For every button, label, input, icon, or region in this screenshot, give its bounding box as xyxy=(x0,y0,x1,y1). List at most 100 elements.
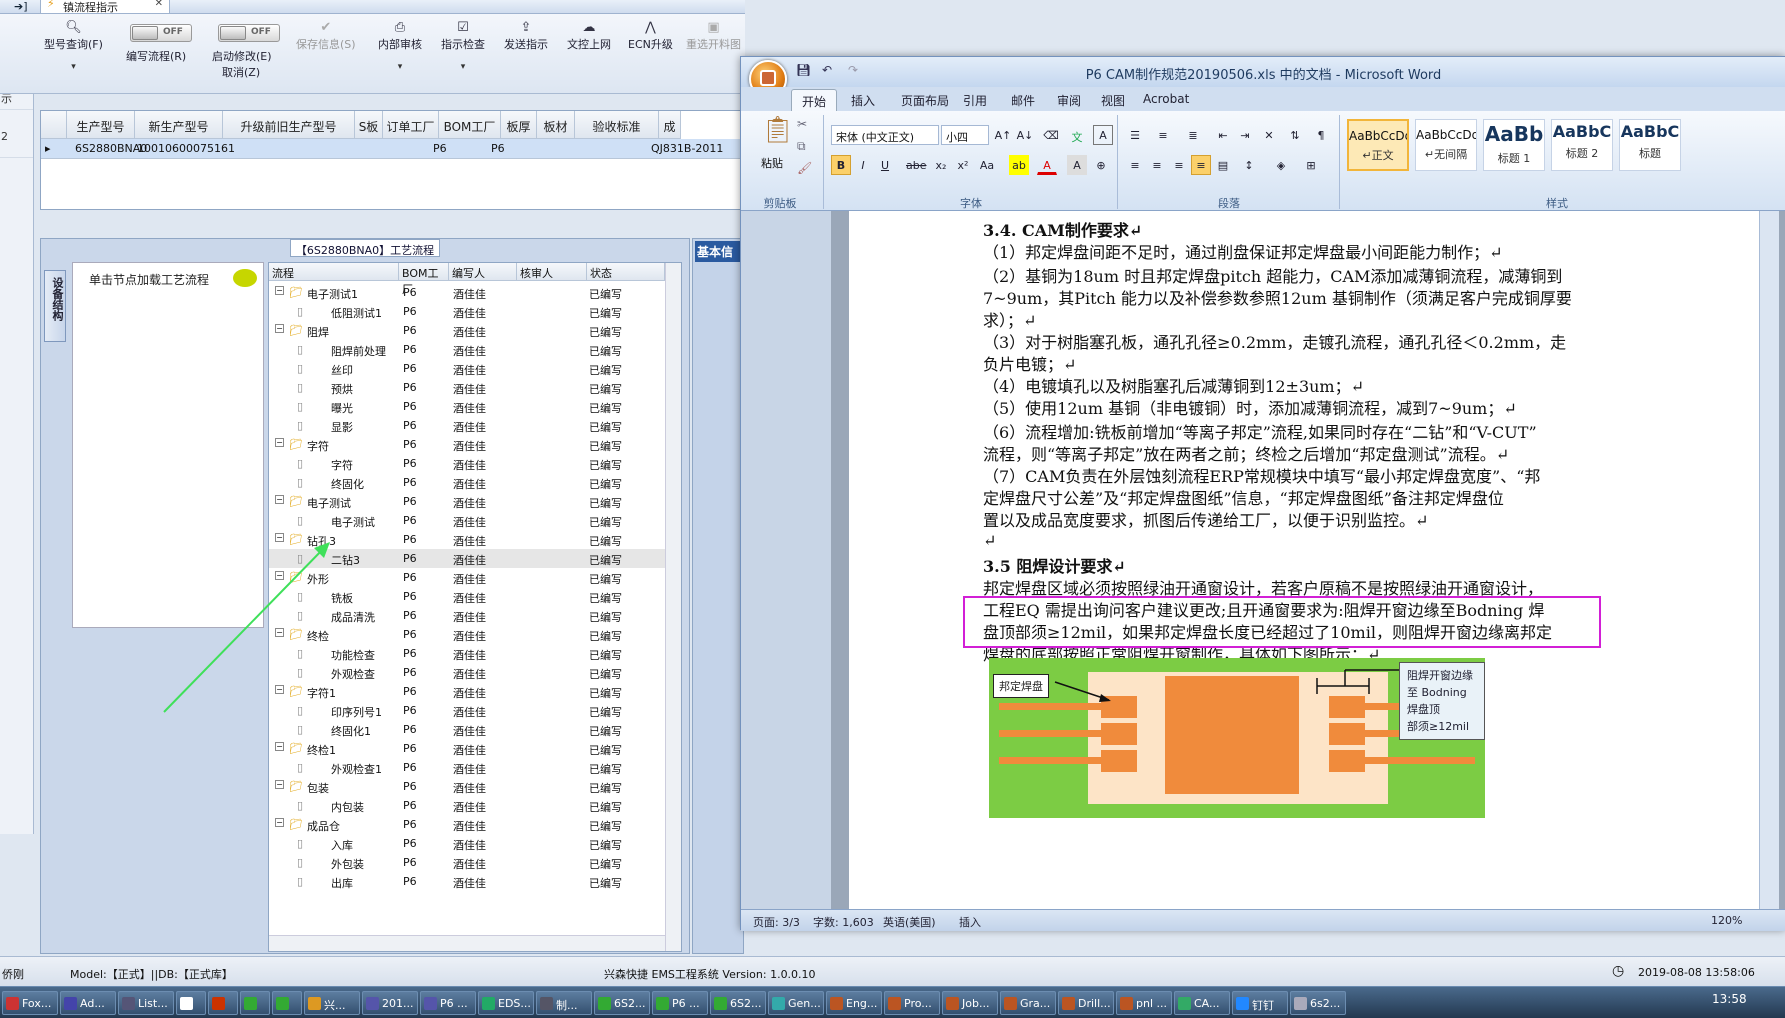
tree-row[interactable]: ▯ 低阻测试1 P6 酒佳佳 已编写 xyxy=(269,302,665,321)
tree-header[interactable]: 核审人 xyxy=(517,263,587,281)
align-right-icon[interactable]: ≡ xyxy=(1169,155,1189,175)
tree-row[interactable]: ▯ 出库 P6 酒佳佳 已编写 xyxy=(269,872,665,891)
tree-row[interactable]: − 📁︎ 电子测试1 P6 酒佳佳 已编写 xyxy=(269,283,665,302)
taskbar-item[interactable]: pnl ... xyxy=(1116,991,1172,1015)
subscript-button[interactable]: x₂ xyxy=(931,155,951,175)
grid-header[interactable]: 验收标准 xyxy=(575,111,659,139)
tree-row[interactable]: ▯ 外包装 P6 酒佳佳 已编写 xyxy=(269,853,665,872)
grid-header[interactable]: 订单工厂 xyxy=(383,111,439,139)
taskbar-item[interactable]: Pro... xyxy=(884,991,940,1015)
tree-row[interactable]: − 📁︎ 电子测试 P6 酒佳佳 已编写 xyxy=(269,492,665,511)
internal-review-button[interactable]: ⎙ 内部审核 ▾ xyxy=(378,20,422,72)
tree-row[interactable]: ▯ 显影 P6 酒佳佳 已编写 xyxy=(269,416,665,435)
word-count[interactable]: 字数: 1,603 xyxy=(813,914,874,930)
underline-button[interactable]: U xyxy=(875,155,895,175)
shrink-font-icon[interactable]: A↓ xyxy=(1015,125,1035,145)
font-size-select[interactable]: 小四 xyxy=(941,125,989,145)
tree-row[interactable]: ▯ 外观检查1 P6 酒佳佳 已编写 xyxy=(269,758,665,777)
tree-row[interactable]: ▯ 内包装 P6 酒佳佳 已编写 xyxy=(269,796,665,815)
sort-icon[interactable]: ⇅ xyxy=(1285,125,1305,145)
char-shading-icon[interactable]: A xyxy=(1067,155,1087,175)
nav-item[interactable]: 2 xyxy=(0,110,33,158)
tree-row[interactable]: ▯ 丝印 P6 酒佳佳 已编写 xyxy=(269,359,665,378)
ribbon-tab[interactable]: 引用 xyxy=(963,92,987,109)
taskbar-item[interactable]: 201... xyxy=(362,991,418,1015)
grid-header[interactable]: 升级前旧生产型号 xyxy=(223,111,355,139)
highlight-icon[interactable]: ab xyxy=(1009,155,1029,175)
taskbar-item[interactable] xyxy=(176,991,206,1015)
grid-row[interactable]: ▸ 6S2880BNA0 10010600075161 P6 P6 QJ831B-2011… xyxy=(41,139,760,159)
taskbar-item[interactable]: 6S2... xyxy=(594,991,650,1015)
grid-header[interactable]: 板材 xyxy=(537,111,575,139)
model-query-button[interactable]: 🔍︎ 型号查询(F) ▾ xyxy=(44,20,103,72)
select-material-button[interactable]: ▣ 重选开料图 xyxy=(686,20,741,52)
asian-layout-icon[interactable]: ✕ xyxy=(1259,125,1279,145)
info-panel-title[interactable]: 基本信 xyxy=(695,241,743,262)
strikethrough-button[interactable]: abe xyxy=(905,155,927,175)
collapse-toggle-icon[interactable]: − xyxy=(275,818,284,827)
taskbar-item[interactable]: Fox... xyxy=(2,991,58,1015)
ribbon-tab[interactable]: 邮件 xyxy=(1011,92,1035,109)
tree-header[interactable]: 流程 xyxy=(269,263,399,281)
tree-horizontal-scrollbar[interactable] xyxy=(269,935,665,951)
collapse-toggle-icon[interactable]: − xyxy=(275,438,284,447)
phonetic-icon[interactable]: 文 xyxy=(1067,125,1087,145)
taskbar-item[interactable]: EDS... xyxy=(478,991,534,1015)
tree-header[interactable]: BOM工厂 xyxy=(399,263,449,296)
change-case-button[interactable]: Aa xyxy=(977,155,997,175)
ribbon-tab[interactable]: 审阅 xyxy=(1057,92,1081,109)
collapse-toggle-icon[interactable]: − xyxy=(275,286,284,295)
tree-row[interactable]: − 📁︎ 终检1 P6 酒佳佳 已编写 xyxy=(269,739,665,758)
taskbar-item[interactable]: Eng... xyxy=(826,991,882,1015)
italic-button[interactable]: I xyxy=(853,155,873,175)
language[interactable]: 英语(美国) xyxy=(883,914,936,930)
taskbar-item[interactable]: P6 ... xyxy=(420,991,476,1015)
ribbon-tab[interactable]: 视图 xyxy=(1101,92,1125,109)
taskbar-item[interactable] xyxy=(272,991,302,1015)
grid-header[interactable]: 成 xyxy=(659,111,681,139)
taskbar-item[interactable]: Gra... xyxy=(1000,991,1056,1015)
style-option[interactable]: AaBbC 标题 2 xyxy=(1551,119,1613,171)
send-instruction-button[interactable]: ⇪ 发送指示 xyxy=(504,20,548,52)
line-spacing-icon[interactable]: ↕ xyxy=(1239,155,1259,175)
copy-icon[interactable]: ⧉ xyxy=(797,139,806,154)
align-left-icon[interactable]: ≡ xyxy=(1125,155,1145,175)
font-color-icon[interactable]: A xyxy=(1037,155,1057,175)
collapse-toggle-icon[interactable]: − xyxy=(275,324,284,333)
ribbon-tab[interactable]: 插入 xyxy=(851,92,875,109)
collapse-toggle-icon[interactable]: − xyxy=(275,495,284,504)
zoom-level[interactable]: 120% xyxy=(1711,914,1742,927)
close-icon[interactable]: ✕ xyxy=(155,0,163,9)
bold-button[interactable]: B xyxy=(831,155,851,175)
tree-row[interactable]: ▯ 阻焊前处理 P6 酒佳佳 已编写 xyxy=(269,340,665,359)
taskbar-item[interactable]: 6S2... xyxy=(710,991,766,1015)
taskbar-item[interactable]: P6 ... xyxy=(652,991,708,1015)
taskbar-item[interactable]: List... xyxy=(118,991,174,1015)
save-info-button[interactable]: ✔ 保存信息(S) xyxy=(296,20,356,52)
cancel-button[interactable]: 取消(Z) xyxy=(222,64,260,80)
ecn-upgrade-button[interactable]: ⋀ ECN升级 xyxy=(628,20,673,52)
grow-font-icon[interactable]: A↑ xyxy=(993,125,1013,145)
tree-row[interactable]: ▯ 字符 P6 酒佳佳 已编写 xyxy=(269,454,665,473)
taskbar-item[interactable]: 兴... xyxy=(304,991,360,1015)
decrease-indent-icon[interactable]: ⇤ xyxy=(1213,125,1233,145)
instruction-check-button[interactable]: ☑ 指示检查 ▾ xyxy=(441,20,485,72)
login-icon[interactable]: ➔] xyxy=(14,0,28,13)
tray-clock[interactable]: 13:58 xyxy=(1712,992,1747,1006)
format-painter-icon[interactable]: 🖌︎ xyxy=(797,161,812,175)
borders-icon[interactable]: ⊞ xyxy=(1301,155,1321,175)
save-icon[interactable]: 💾︎ xyxy=(796,63,811,77)
tree-header[interactable]: 编写人 xyxy=(449,263,517,281)
enclose-char-icon[interactable]: ⊕ xyxy=(1091,155,1111,175)
undo-icon[interactable]: ↶ xyxy=(822,63,832,77)
tab-flow-instruction[interactable]: ⚡ 镇流程指示 ✕ xyxy=(40,0,170,14)
shading-icon[interactable]: ◈ xyxy=(1271,155,1291,175)
tree-row[interactable]: ▯ 终固化 P6 酒佳佳 已编写 xyxy=(269,473,665,492)
show-marks-icon[interactable]: ¶ xyxy=(1311,125,1331,145)
grid-header[interactable]: 板厚 xyxy=(501,111,537,139)
vertical-scrollbar[interactable] xyxy=(1759,211,1779,909)
ribbon-tab[interactable]: Acrobat xyxy=(1143,92,1189,106)
taskbar-item[interactable]: 制... xyxy=(536,991,592,1015)
bullets-icon[interactable]: ☰ xyxy=(1125,125,1145,145)
style-option[interactable]: AaBbCcDd ↵无间隔 xyxy=(1415,119,1477,171)
